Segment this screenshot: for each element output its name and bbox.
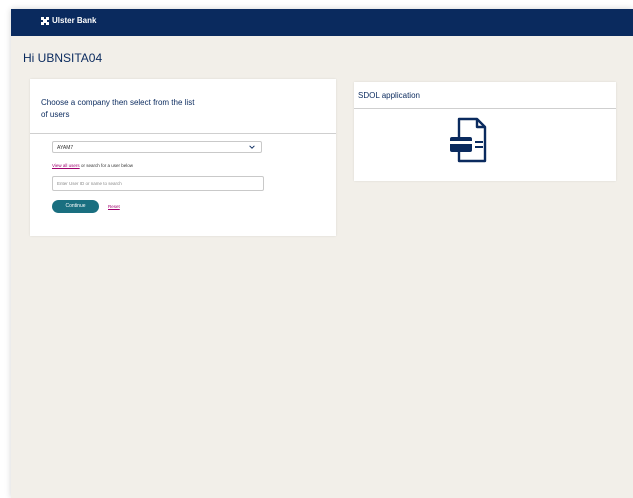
top-bar: Ulster Bank — [11, 9, 633, 36]
view-all-users-link[interactable]: View all users — [52, 163, 80, 168]
ulster-bank-logo-icon — [41, 16, 49, 25]
card-divider — [30, 133, 336, 134]
sdol-card-title: SDOL application — [358, 91, 420, 100]
company-card-title: Choose a company then select from the li… — [41, 98, 195, 119]
continue-button[interactable]: Continue — [52, 200, 99, 213]
document-card-icon — [450, 117, 487, 163]
sdol-application-card[interactable]: SDOL application — [354, 82, 616, 181]
reset-link[interactable]: Reset — [108, 204, 120, 209]
page-greeting: Hi UBNSITA04 — [23, 51, 103, 65]
card-divider — [354, 108, 616, 109]
search-hint-text: or search for a user below — [79, 163, 133, 168]
chevron-down-icon — [249, 145, 255, 149]
company-selection-card: Choose a company then select from the li… — [30, 79, 336, 236]
company-select[interactable]: AYAM7 — [52, 141, 262, 153]
user-search-input[interactable] — [52, 176, 264, 191]
brand-logo[interactable]: Ulster Bank — [41, 16, 96, 25]
brand-name: Ulster Bank — [52, 16, 97, 25]
app-window: Ulster Bank Hi UBNSITA04 Choose a compan… — [11, 9, 633, 498]
company-select-value: AYAM7 — [57, 145, 74, 151]
search-hint: View all users or search for a user belo… — [52, 163, 133, 168]
